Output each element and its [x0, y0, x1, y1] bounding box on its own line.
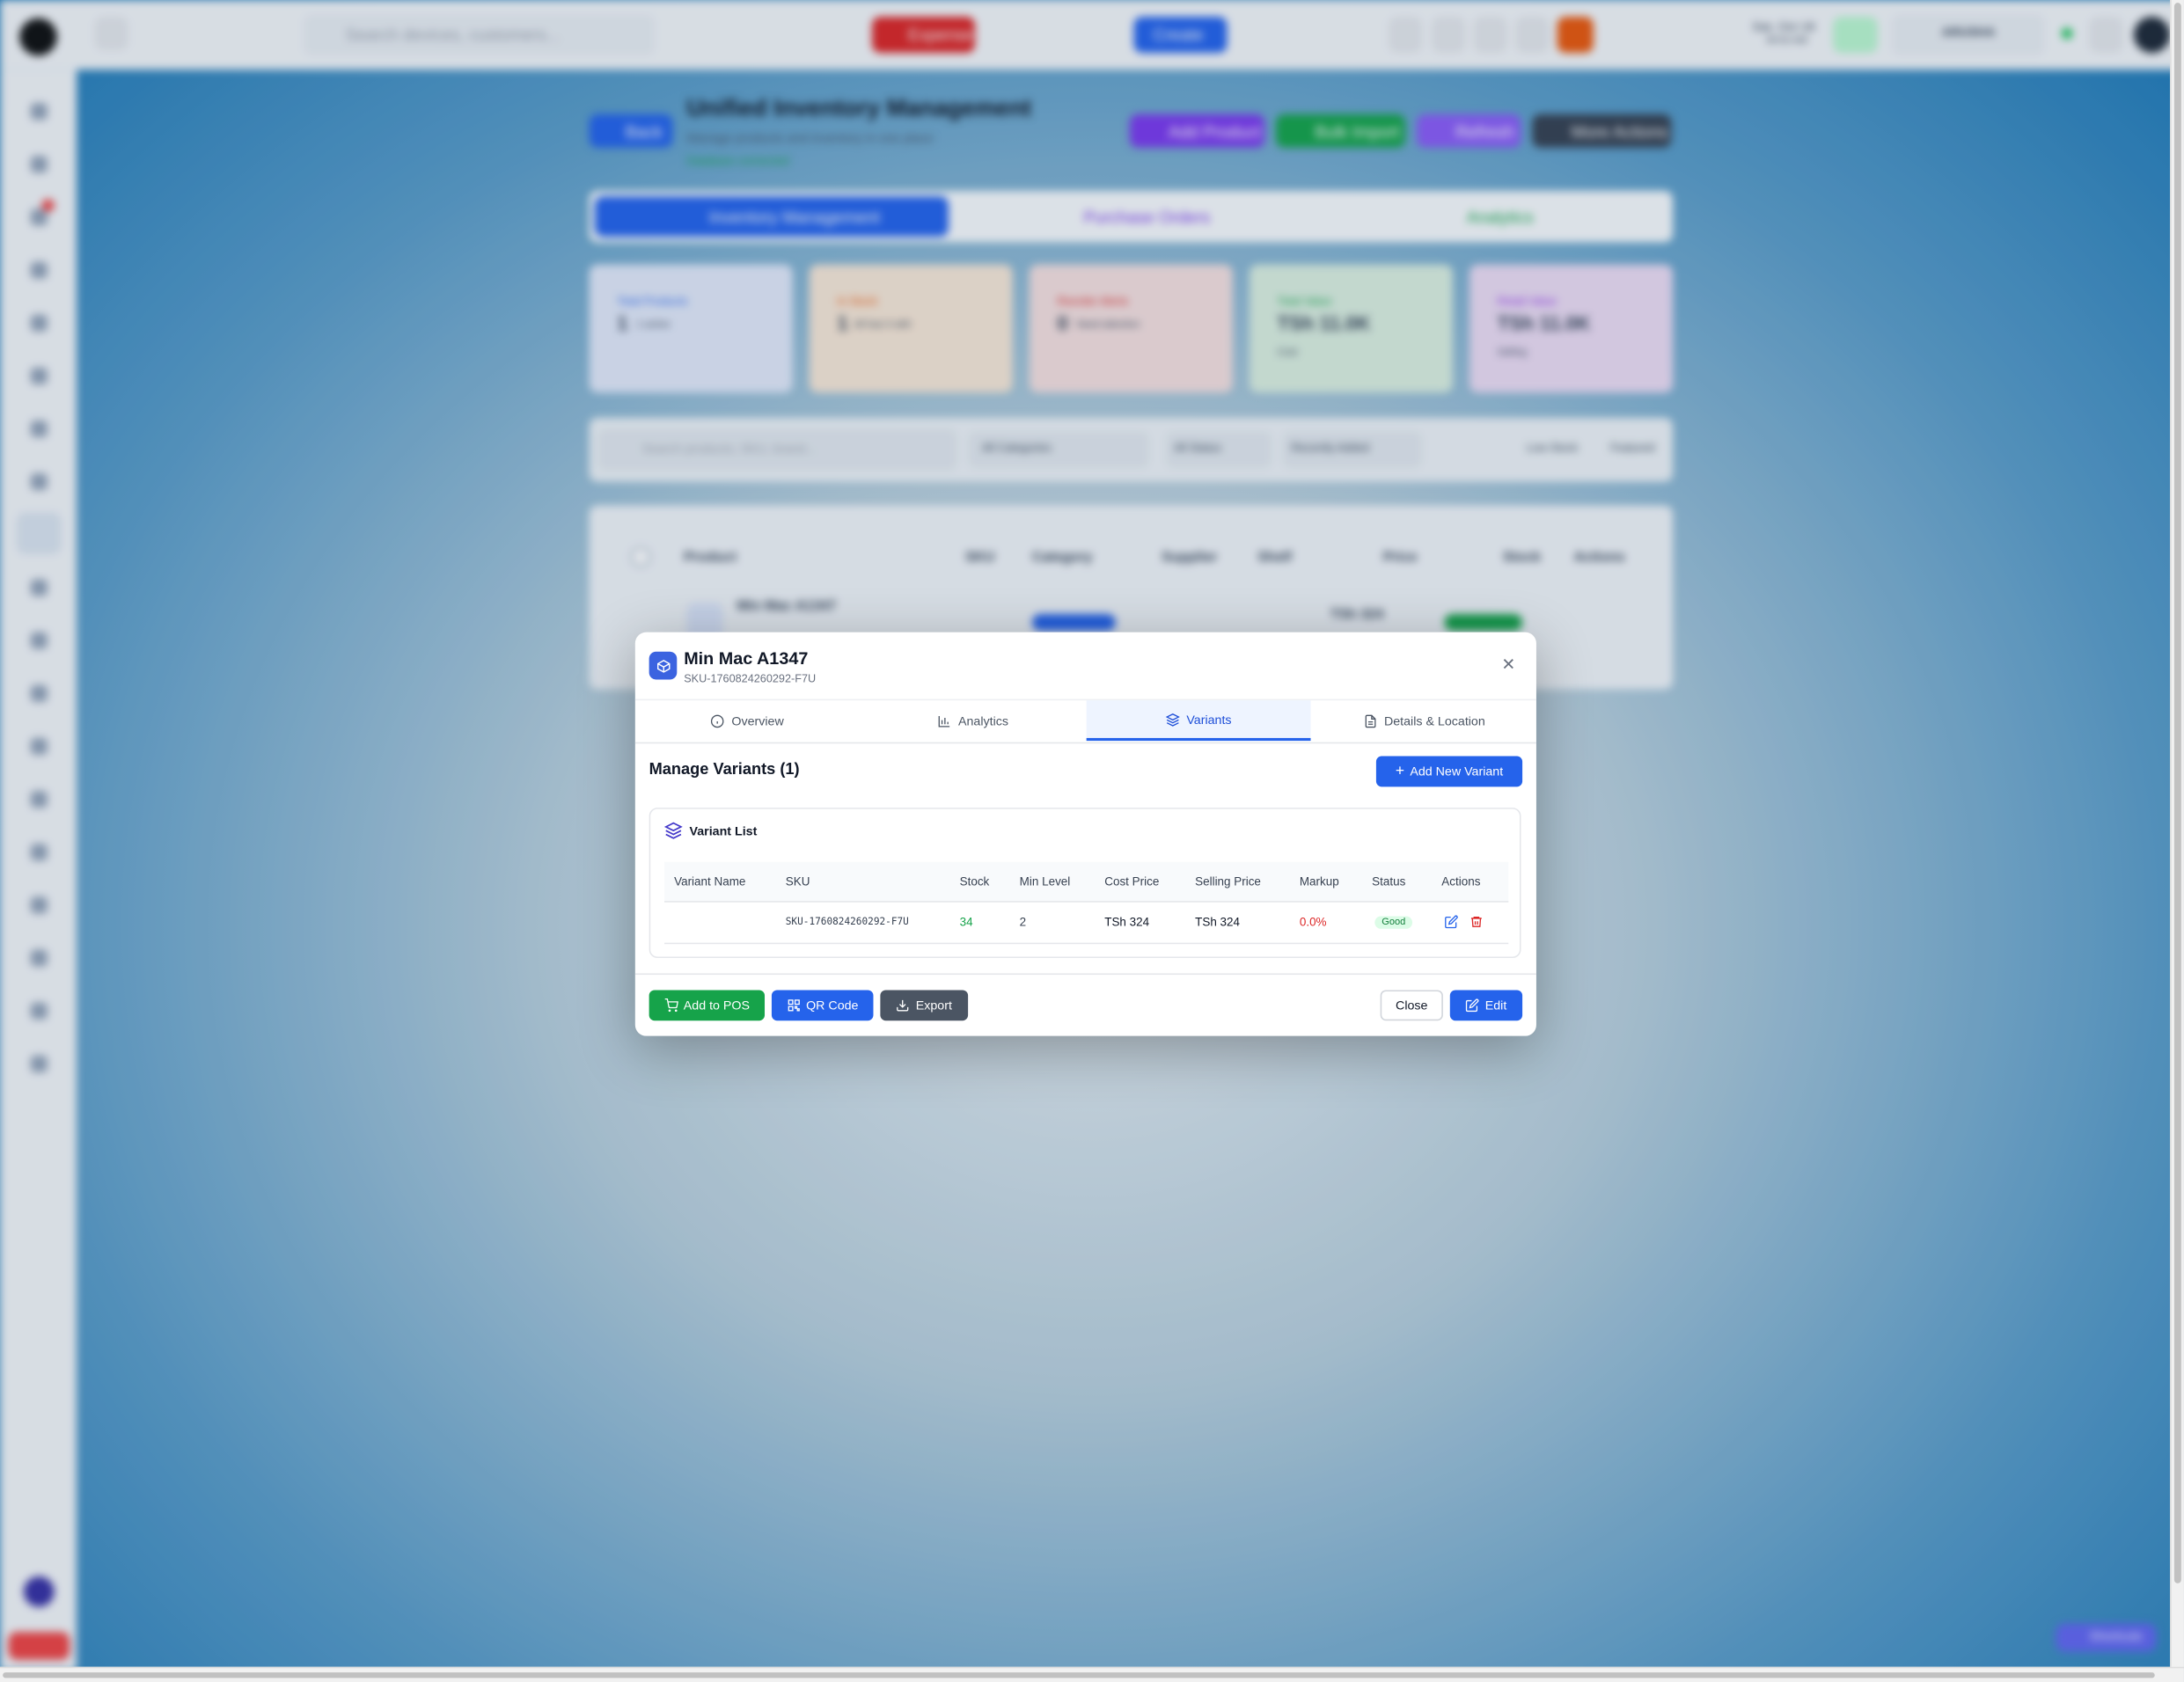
tab-variants[interactable]: Variants — [1086, 700, 1311, 742]
close-button[interactable]: Close — [1380, 990, 1443, 1021]
col-actions: Actions — [1441, 874, 1481, 889]
package-icon — [649, 651, 678, 680]
cart-icon — [664, 998, 678, 1013]
plus-icon: + — [1395, 763, 1405, 780]
status-cell: Good — [1374, 901, 1413, 942]
modal-header: Min Mac A1347 SKU-1760824260292-F7U ✕ — [649, 649, 1522, 688]
edit-icon — [1466, 998, 1479, 1013]
col-sku: SKU — [785, 874, 810, 889]
layers-icon — [664, 822, 683, 839]
col-markup: Markup — [1299, 874, 1339, 889]
export-label: Export — [915, 998, 952, 1013]
tab-label: Details & Location — [1383, 713, 1485, 728]
close-icon[interactable]: ✕ — [1501, 656, 1515, 673]
table-row: SKU-1760824260292-F7U 34 2 TSh 324 TSh 3… — [664, 901, 1509, 945]
modal-title: Min Mac A1347 — [684, 648, 809, 669]
tab-label: Analytics — [958, 713, 1009, 728]
modal-footer: Add to POS QR Code Export Close Edit — [634, 973, 1536, 1035]
col-min-level: Min Level — [1019, 874, 1071, 889]
layers-icon — [1165, 713, 1180, 726]
add-variant-label: Add New Variant — [1410, 764, 1504, 779]
variant-markup: 0.0% — [1299, 914, 1327, 929]
edit-label: Edit — [1484, 998, 1507, 1013]
tab-analytics[interactable]: Analytics — [861, 700, 1085, 741]
variant-list-card: Variant List Variant Name SKU Stock Min … — [649, 808, 1521, 959]
export-button[interactable]: Export — [880, 990, 969, 1021]
bar-chart-icon — [938, 715, 950, 727]
variant-selling-price: TSh 324 — [1195, 914, 1241, 929]
variant-sku: SKU-1760824260292-F7U — [785, 916, 909, 928]
tab-overview[interactable]: Overview — [635, 700, 860, 741]
horizontal-scrollbar[interactable] — [0, 1666, 2184, 1682]
add-to-pos-label: Add to POS — [683, 998, 751, 1013]
col-variant-name: Variant Name — [674, 874, 746, 889]
variant-cost-price: TSh 324 — [1104, 914, 1150, 929]
add-to-pos-button[interactable]: Add to POS — [649, 990, 766, 1021]
edit-icon[interactable] — [1444, 915, 1458, 929]
tab-details-location[interactable]: Details & Location — [1312, 700, 1536, 741]
close-label: Close — [1396, 998, 1428, 1013]
document-icon — [1365, 713, 1376, 728]
actions-cell — [1444, 901, 1483, 942]
variant-stock: 34 — [959, 914, 973, 929]
horizontal-scroll-thumb[interactable] — [3, 1672, 2155, 1678]
info-icon — [711, 713, 724, 728]
add-new-variant-button[interactable]: + Add New Variant — [1375, 756, 1523, 787]
trash-icon[interactable] — [1469, 915, 1484, 929]
qr-code-icon — [788, 999, 800, 1012]
variants-table-header: Variant Name SKU Stock Min Level Cost Pr… — [664, 861, 1509, 903]
manage-variants-title: Manage Variants (1) — [649, 761, 800, 779]
col-selling-price: Selling Price — [1195, 874, 1261, 889]
status-badge: Good — [1374, 915, 1413, 929]
vertical-scroll-thumb[interactable] — [2173, 3, 2181, 1583]
qr-code-button[interactable]: QR Code — [771, 990, 874, 1021]
edit-button[interactable]: Edit — [1449, 990, 1523, 1021]
modal-tabs: Overview Analytics Variants Details & Lo… — [634, 698, 1536, 744]
col-cost-price: Cost Price — [1104, 874, 1160, 889]
variant-min-level: 2 — [1019, 914, 1027, 929]
tab-label: Variants — [1186, 712, 1232, 727]
variant-list-title: Variant List — [689, 824, 758, 838]
download-icon — [897, 999, 910, 1012]
col-stock: Stock — [959, 874, 990, 889]
product-detail-modal: Min Mac A1347 SKU-1760824260292-F7U ✕ Ov… — [634, 632, 1536, 1036]
qr-code-label: QR Code — [806, 998, 859, 1013]
vertical-scrollbar[interactable] — [2170, 0, 2184, 1669]
tab-label: Overview — [731, 713, 784, 728]
col-status: Status — [1372, 874, 1406, 889]
modal-sku: SKU-1760824260292-F7U — [684, 672, 817, 685]
